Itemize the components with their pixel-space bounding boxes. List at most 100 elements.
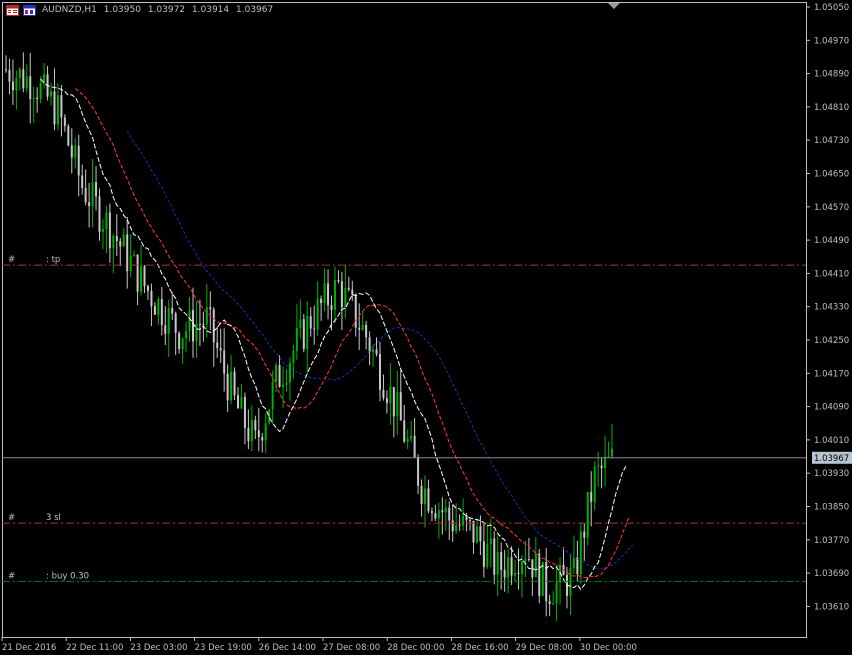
candle-body xyxy=(188,310,191,332)
candle-body xyxy=(396,392,399,417)
candle-body xyxy=(496,552,499,575)
candle-body xyxy=(136,254,139,292)
candle-body xyxy=(95,182,98,197)
time-axis-label: 28 Dec 16:00 xyxy=(451,643,508,653)
candle-body xyxy=(178,332,181,350)
candle-body xyxy=(195,323,198,342)
candle-body xyxy=(240,397,243,409)
candle-body xyxy=(29,76,32,100)
candle-body xyxy=(185,331,188,339)
candle-body xyxy=(306,316,309,349)
price-axis-label: 1.04330 xyxy=(814,303,849,313)
close-value: 1.03967 xyxy=(236,5,274,15)
candle-body xyxy=(538,553,541,596)
candle-body xyxy=(88,202,91,206)
candle-body xyxy=(133,254,136,256)
candle-body xyxy=(597,465,600,467)
candle-body xyxy=(368,337,371,353)
candle-body xyxy=(160,299,163,326)
time-axis-label: 28 Dec 00:00 xyxy=(387,643,444,653)
chart-window-icon[interactable] xyxy=(23,5,36,16)
candle-body xyxy=(316,298,319,330)
candle-body xyxy=(389,387,392,403)
candle-body xyxy=(53,91,56,125)
sl-order-label: 3 sl xyxy=(46,513,61,523)
price-axis-label: 1.04970 xyxy=(814,36,849,46)
candle-body xyxy=(340,281,343,308)
candle-body xyxy=(430,511,433,513)
candle-body xyxy=(510,557,513,576)
candle-body xyxy=(105,212,108,230)
price-axis-label: 1.04170 xyxy=(814,369,849,379)
chart-canvas[interactable]: #: tp # 3 sl #: buy 0.30 1.05050 1.04970 1.048… xyxy=(0,0,852,655)
candle-body xyxy=(129,255,132,272)
candle-body xyxy=(593,466,596,502)
time-axis-label: 29 Dec 08:00 xyxy=(516,643,573,653)
candle-body xyxy=(56,95,59,125)
candle-body xyxy=(98,196,101,232)
candle-body xyxy=(548,601,551,605)
candle-body xyxy=(146,286,149,291)
sl-order-prefix: # xyxy=(8,513,15,523)
price-axis-label: 1.04890 xyxy=(814,70,849,80)
candle-body xyxy=(531,559,534,578)
plot-frame xyxy=(2,2,807,638)
time-axis-label: 30 Dec 00:00 xyxy=(580,643,637,653)
candle-body xyxy=(140,266,143,292)
candle-body xyxy=(153,306,156,315)
candle-body xyxy=(8,69,11,82)
ma-mid-line xyxy=(74,88,630,579)
time-axis-label: 23 Dec 19:00 xyxy=(195,643,252,653)
candle-body xyxy=(410,435,413,439)
chart-header: AUDNZD,H1 1.03950 1.03972 1.03914 1.0396… xyxy=(42,5,277,15)
candle-body xyxy=(150,290,153,307)
candle-body xyxy=(320,298,323,304)
time-axis-label: 21 Dec 2016 xyxy=(2,643,56,653)
candle-body xyxy=(385,398,388,403)
candle-body xyxy=(254,420,257,431)
candle-body xyxy=(268,409,271,424)
candle-body xyxy=(18,69,21,78)
candle-body xyxy=(5,69,7,71)
candle-body xyxy=(39,83,42,100)
candle-body xyxy=(399,392,402,421)
candle-body xyxy=(243,397,246,428)
price-axis-label: 1.04650 xyxy=(814,170,849,180)
candle-body xyxy=(115,235,118,242)
candle-body xyxy=(458,524,461,526)
candle-body xyxy=(333,279,336,310)
candle-body xyxy=(233,371,236,396)
price-axis-label: 1.03850 xyxy=(814,503,849,513)
candle-body xyxy=(382,389,385,399)
candle-body xyxy=(143,266,146,287)
app-window-icon[interactable] xyxy=(6,5,19,16)
candle-body xyxy=(444,507,447,513)
high-value: 1.03972 xyxy=(147,5,186,15)
candle-body xyxy=(424,488,427,505)
candle-body xyxy=(237,395,240,409)
candle-body xyxy=(482,541,485,567)
candle-body xyxy=(600,465,603,469)
candle-body xyxy=(157,299,160,315)
low-value: 1.03914 xyxy=(191,5,230,15)
candle-body xyxy=(475,526,478,543)
candle-body xyxy=(607,456,610,458)
candle-body xyxy=(282,384,285,387)
candle-body xyxy=(250,420,253,442)
price-axis-label: 1.04730 xyxy=(814,136,849,146)
candle-body xyxy=(417,457,420,486)
candle-body xyxy=(285,382,288,385)
candle-body xyxy=(67,126,70,146)
candle-body xyxy=(32,97,35,100)
candle-body xyxy=(441,510,444,513)
candle-body xyxy=(527,558,530,560)
candle-body xyxy=(576,557,579,575)
candle-body xyxy=(230,371,233,401)
scroll-marker-icon[interactable] xyxy=(608,3,620,9)
candle-body xyxy=(171,307,174,314)
candle-body xyxy=(81,175,84,189)
candle-body xyxy=(524,558,527,562)
price-axis-label: 1.05050 xyxy=(814,3,849,13)
candle-body xyxy=(611,448,613,457)
candle-body xyxy=(372,349,375,353)
